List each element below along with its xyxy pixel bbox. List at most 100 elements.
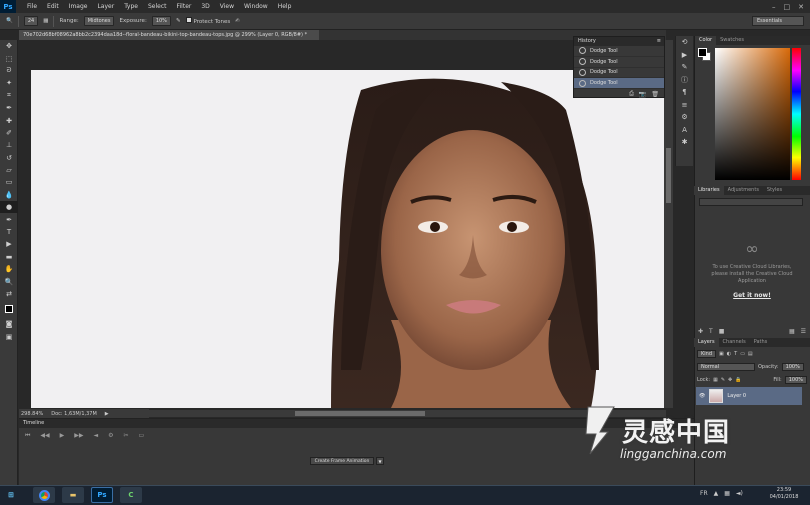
tab-color[interactable]: Color (695, 36, 717, 45)
history-brush-tool-icon[interactable]: ↺ (0, 152, 18, 164)
filter-type-icon[interactable]: T (734, 351, 737, 357)
chrome-icon[interactable] (33, 487, 55, 503)
snapshot-icon[interactable]: 📷 (639, 91, 646, 98)
crop-tool-icon[interactable]: ⌗ (0, 90, 18, 102)
lock-paint-icon[interactable]: ✎ (721, 377, 725, 383)
split-icon[interactable]: ✂ (124, 432, 129, 440)
zoom-level[interactable]: 298.84% (21, 411, 43, 417)
tab-paths[interactable]: Paths (750, 338, 772, 347)
path-select-tool-icon[interactable]: ▶ (0, 238, 18, 250)
history-panel-icon[interactable]: ⟲ (676, 36, 693, 49)
filter-kind-select[interactable]: Kind (697, 349, 717, 358)
brush-presets-icon[interactable]: ✎ (676, 61, 693, 74)
minimize-button[interactable]: – (772, 3, 776, 11)
tab-channels[interactable]: Channels (719, 338, 750, 347)
filter-smart-icon[interactable]: ▤ (748, 351, 753, 357)
paragraph-panel-icon[interactable]: ¶ (676, 86, 693, 99)
airbrush-icon[interactable]: ✎ (176, 18, 181, 24)
zoom-tool-icon[interactable]: 🔍 (0, 275, 18, 287)
document-canvas[interactable] (31, 70, 666, 408)
menu-help[interactable]: Help (273, 0, 297, 13)
layer-name[interactable]: Layer 0 (727, 393, 746, 399)
grid-view-icon[interactable]: ▦ (789, 328, 795, 335)
healing-brush-tool-icon[interactable]: ✚ (0, 114, 18, 126)
pen-tool-icon[interactable]: ✒ (0, 213, 18, 225)
pressure-icon[interactable]: ✍ (235, 18, 240, 24)
camtasia-icon[interactable]: C (120, 487, 142, 503)
fill-input[interactable]: 100% (784, 375, 807, 384)
menu-select[interactable]: Select (143, 0, 172, 13)
vertical-scrollbar[interactable] (664, 40, 673, 408)
properties-icon[interactable]: ⚙ (676, 111, 693, 124)
marquee-tool-icon[interactable]: ⬚ (0, 52, 18, 64)
lasso-tool-icon[interactable]: ᘐ (0, 65, 18, 77)
visibility-eye-icon[interactable]: 👁 (699, 393, 705, 399)
adjust-icon[interactable]: ≡ (676, 99, 693, 112)
tray-arrow-icon[interactable]: ▲ (714, 490, 719, 497)
clone-stamp-tool-icon[interactable]: ⊥ (0, 139, 18, 151)
menu-file[interactable]: File (22, 0, 42, 13)
next-frame-icon[interactable]: ▶▶ (74, 432, 83, 440)
volume-icon[interactable]: ◄) (736, 490, 743, 497)
blend-mode-select[interactable]: Normal (697, 362, 755, 371)
document-tab[interactable]: 70e702d68bf08962a8bb2c2394daa18d--floral… (19, 30, 319, 40)
language-indicator[interactable]: FR (700, 490, 708, 497)
delete-icon[interactable]: 🗑 (651, 91, 659, 98)
lock-all-icon[interactable]: 🔒 (735, 377, 741, 383)
network-icon[interactable]: ▦ (724, 490, 730, 497)
transition-icon[interactable]: ▭ (139, 432, 145, 440)
history-title[interactable]: History (578, 37, 596, 46)
menu-3d[interactable]: 3D (196, 0, 214, 13)
shape-tool-icon[interactable]: ▬ (0, 251, 18, 263)
menu-layer[interactable]: Layer (92, 0, 119, 13)
character-panel-icon[interactable]: A (676, 124, 693, 137)
workspace-select[interactable]: Essentials (752, 16, 804, 26)
panel-menu-icon[interactable]: ≡ (657, 37, 664, 46)
dodge-tool-preset-icon[interactable]: 🔍 (6, 18, 13, 24)
menu-image[interactable]: Image (64, 0, 93, 13)
vertical-scroll-thumb[interactable] (666, 148, 671, 203)
settings-icon[interactable]: ⚙ (108, 432, 113, 440)
menu-type[interactable]: Type (119, 0, 143, 13)
tab-adjustments[interactable]: Adjustments (724, 186, 763, 195)
tab-layers[interactable]: Layers (694, 338, 719, 347)
lock-pixels-icon[interactable]: ▦ (713, 377, 718, 383)
photoshop-taskbar-icon[interactable]: Ps (91, 487, 113, 503)
range-select[interactable]: Midtones (83, 16, 115, 26)
color-picker-field[interactable] (715, 48, 790, 180)
screen-mode-icon[interactable]: ▣ (0, 331, 18, 343)
lock-position-icon[interactable]: ✥ (728, 377, 732, 383)
tab-swatches[interactable]: Swatches (716, 36, 748, 45)
library-select[interactable] (699, 198, 803, 206)
add-graphic-icon[interactable]: ✚ (698, 328, 703, 335)
history-item-selected[interactable]: Dodge Tool (574, 78, 664, 90)
quick-mask-icon[interactable]: ◙ (0, 318, 18, 330)
brush-panel-icon[interactable]: ▦ (43, 18, 48, 24)
history-item[interactable]: Dodge Tool (574, 57, 664, 68)
foreground-color-swatch[interactable] (698, 48, 707, 57)
blur-tool-icon[interactable]: 💧 (0, 189, 18, 201)
hand-tool-icon[interactable]: ✋ (0, 263, 18, 275)
quick-select-tool-icon[interactable]: ✦ (0, 77, 18, 89)
menu-filter[interactable]: Filter (172, 0, 197, 13)
menu-edit[interactable]: Edit (42, 0, 64, 13)
file-explorer-icon[interactable]: ▬ (62, 487, 84, 503)
protect-tones-checkbox[interactable]: Protect Tones (185, 17, 230, 25)
close-button[interactable]: ✕ (798, 3, 804, 11)
text-style-icon[interactable]: T (709, 328, 713, 335)
menu-view[interactable]: View (215, 0, 239, 13)
info-panel-icon[interactable]: ⓘ (676, 74, 693, 87)
audio-icon[interactable]: ◄ (94, 432, 99, 440)
tab-libraries[interactable]: Libraries (694, 186, 724, 195)
foreground-background-color-icon[interactable] (0, 300, 18, 318)
opacity-input[interactable]: 100% (781, 362, 804, 371)
move-tool-icon[interactable]: ✥ (0, 40, 18, 52)
layer-row[interactable]: 👁 Layer 0 (696, 387, 802, 405)
maximize-button[interactable]: □ (784, 3, 791, 11)
taskbar-clock[interactable]: 23:59 04/01/2018 (764, 487, 804, 501)
new-document-from-state-icon[interactable]: ⎙ (629, 90, 634, 98)
filter-adjust-icon[interactable]: ◐ (727, 351, 731, 357)
play-icon[interactable]: ▶ (60, 432, 65, 440)
timeline-mode-dropdown[interactable]: ▼ (376, 457, 384, 465)
menu-window[interactable]: Window (239, 0, 273, 13)
